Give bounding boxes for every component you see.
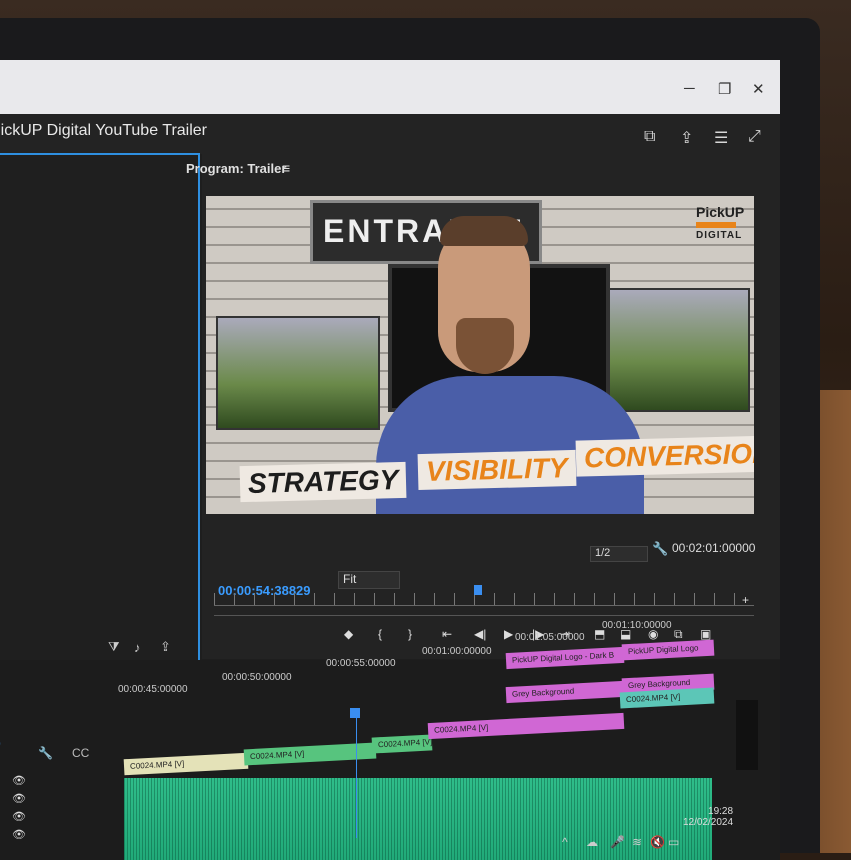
clip-video[interactable]: C0024.MP4 [V]: [371, 734, 433, 754]
window-titlebar: ─ ❐ ✕: [0, 60, 780, 114]
clock-date: 12/02/2024: [683, 817, 734, 828]
eye-icon[interactable]: 👁: [12, 792, 26, 805]
eye-icon[interactable]: 👁: [12, 828, 26, 841]
tag-conversion: CONVERSION: [575, 435, 754, 477]
timeline-timecode[interactable]: 29: [0, 736, 1, 753]
ruler-label: 00:01:05:00000: [515, 632, 585, 643]
share-icon[interactable]: ⇪: [680, 128, 693, 148]
ruler-label: 00:00:50:00000: [222, 672, 292, 683]
ruler-label: 00:00:55:00000: [326, 658, 396, 669]
compare-icon[interactable]: ⧉: [674, 627, 683, 642]
duration-timecode: 00:02:01:00000: [672, 541, 756, 555]
wrench-icon[interactable]: 🔧: [38, 746, 53, 760]
logo-line2: DIGITAL: [696, 230, 743, 241]
monitor-ruler[interactable]: [214, 593, 754, 606]
ruler-label: 00:01:00:00000: [422, 646, 492, 657]
monitor-playhead[interactable]: [474, 585, 482, 595]
wifi-icon[interactable]: ≋: [632, 835, 642, 849]
app-header: PickUP Digital YouTube Trailer ⧉ ⇪ ☰ ⤢: [0, 114, 780, 154]
export-frame-icon[interactable]: ⇪: [160, 639, 171, 655]
person-beard: [456, 318, 514, 374]
hamburger-icon[interactable]: ≡: [282, 160, 290, 176]
timeline-playhead[interactable]: [350, 708, 360, 718]
microphone-icon[interactable]: 🎤: [610, 835, 625, 849]
eye-icon[interactable]: 👁: [12, 774, 26, 787]
minimize-button[interactable]: ─: [684, 80, 695, 97]
filter-icon[interactable]: ⧩: [108, 639, 120, 655]
project-title: PickUP Digital YouTube Trailer: [0, 122, 207, 139]
pickup-logo: PickUP DIGITAL: [696, 204, 746, 248]
mark-in-icon[interactable]: {: [378, 627, 382, 641]
monitor-scrubbar[interactable]: [214, 615, 754, 624]
tag-strategy: STRATEGY: [239, 461, 407, 503]
aquarium-right: [606, 288, 750, 412]
add-marker-icon[interactable]: ◆: [344, 627, 353, 641]
program-label: Program: Trailer: [186, 161, 287, 176]
mark-out-icon[interactable]: }: [408, 627, 412, 641]
timeline-playline: [356, 718, 357, 838]
battery-icon[interactable]: ▭: [668, 835, 679, 849]
captions-icon[interactable]: CC: [72, 746, 89, 760]
tag-visibility: VISIBILITY: [417, 449, 577, 491]
clock-time: 19:28: [708, 806, 734, 817]
resolution-select[interactable]: 1/2: [590, 546, 648, 562]
cloud-icon[interactable]: ☁: [586, 835, 598, 849]
video-frame: ENTRANCE PickUP DIGITAL STRATEGY VISIBIL…: [206, 196, 754, 514]
logo-line1: PickUP: [696, 204, 745, 220]
volume-icon[interactable]: 🔇: [650, 835, 665, 849]
add-button-icon[interactable]: +: [742, 593, 749, 607]
fullscreen-icon[interactable]: ⤢: [748, 128, 761, 146]
program-monitor: Program: Trailer ≡ ENTRANCE PickUP DIGIT…: [186, 153, 780, 659]
logo-bar: [696, 222, 736, 228]
zoom-select[interactable]: Fit: [338, 571, 400, 589]
ruler-label: 00:01:10:00000: [602, 620, 672, 631]
person-hair: [440, 216, 528, 246]
close-button[interactable]: ✕: [752, 80, 765, 98]
eye-icon[interactable]: 👁: [12, 810, 26, 823]
maximize-button[interactable]: ❐: [718, 80, 731, 98]
quick-export-icon[interactable]: ⧉: [644, 128, 655, 146]
go-to-in-icon[interactable]: ⇤: [442, 627, 452, 641]
source-panel[interactable]: ⧩ ♪ ⇪: [0, 153, 200, 663]
aquarium-left: [216, 316, 380, 430]
ruler-label: 00:00:45:00000: [118, 684, 188, 695]
taskbar-clock[interactable]: 19:28 12/02/2024: [683, 806, 733, 828]
step-back-icon[interactable]: ◀|: [474, 627, 486, 641]
audio-meter: [736, 700, 758, 770]
audio-icon[interactable]: ♪: [134, 640, 141, 655]
monitor-bezel: ─ ❐ ✕ PickUP Digital YouTube Trailer ⧉ ⇪…: [0, 18, 820, 860]
play-icon[interactable]: ▶: [504, 627, 513, 641]
chevron-up-icon[interactable]: ^: [562, 835, 568, 849]
workspaces-icon[interactable]: ☰: [714, 128, 728, 148]
settings-wrench-icon[interactable]: 🔧: [652, 541, 668, 557]
screen: ─ ❐ ✕ PickUP Digital YouTube Trailer ⧉ ⇪…: [0, 60, 780, 860]
